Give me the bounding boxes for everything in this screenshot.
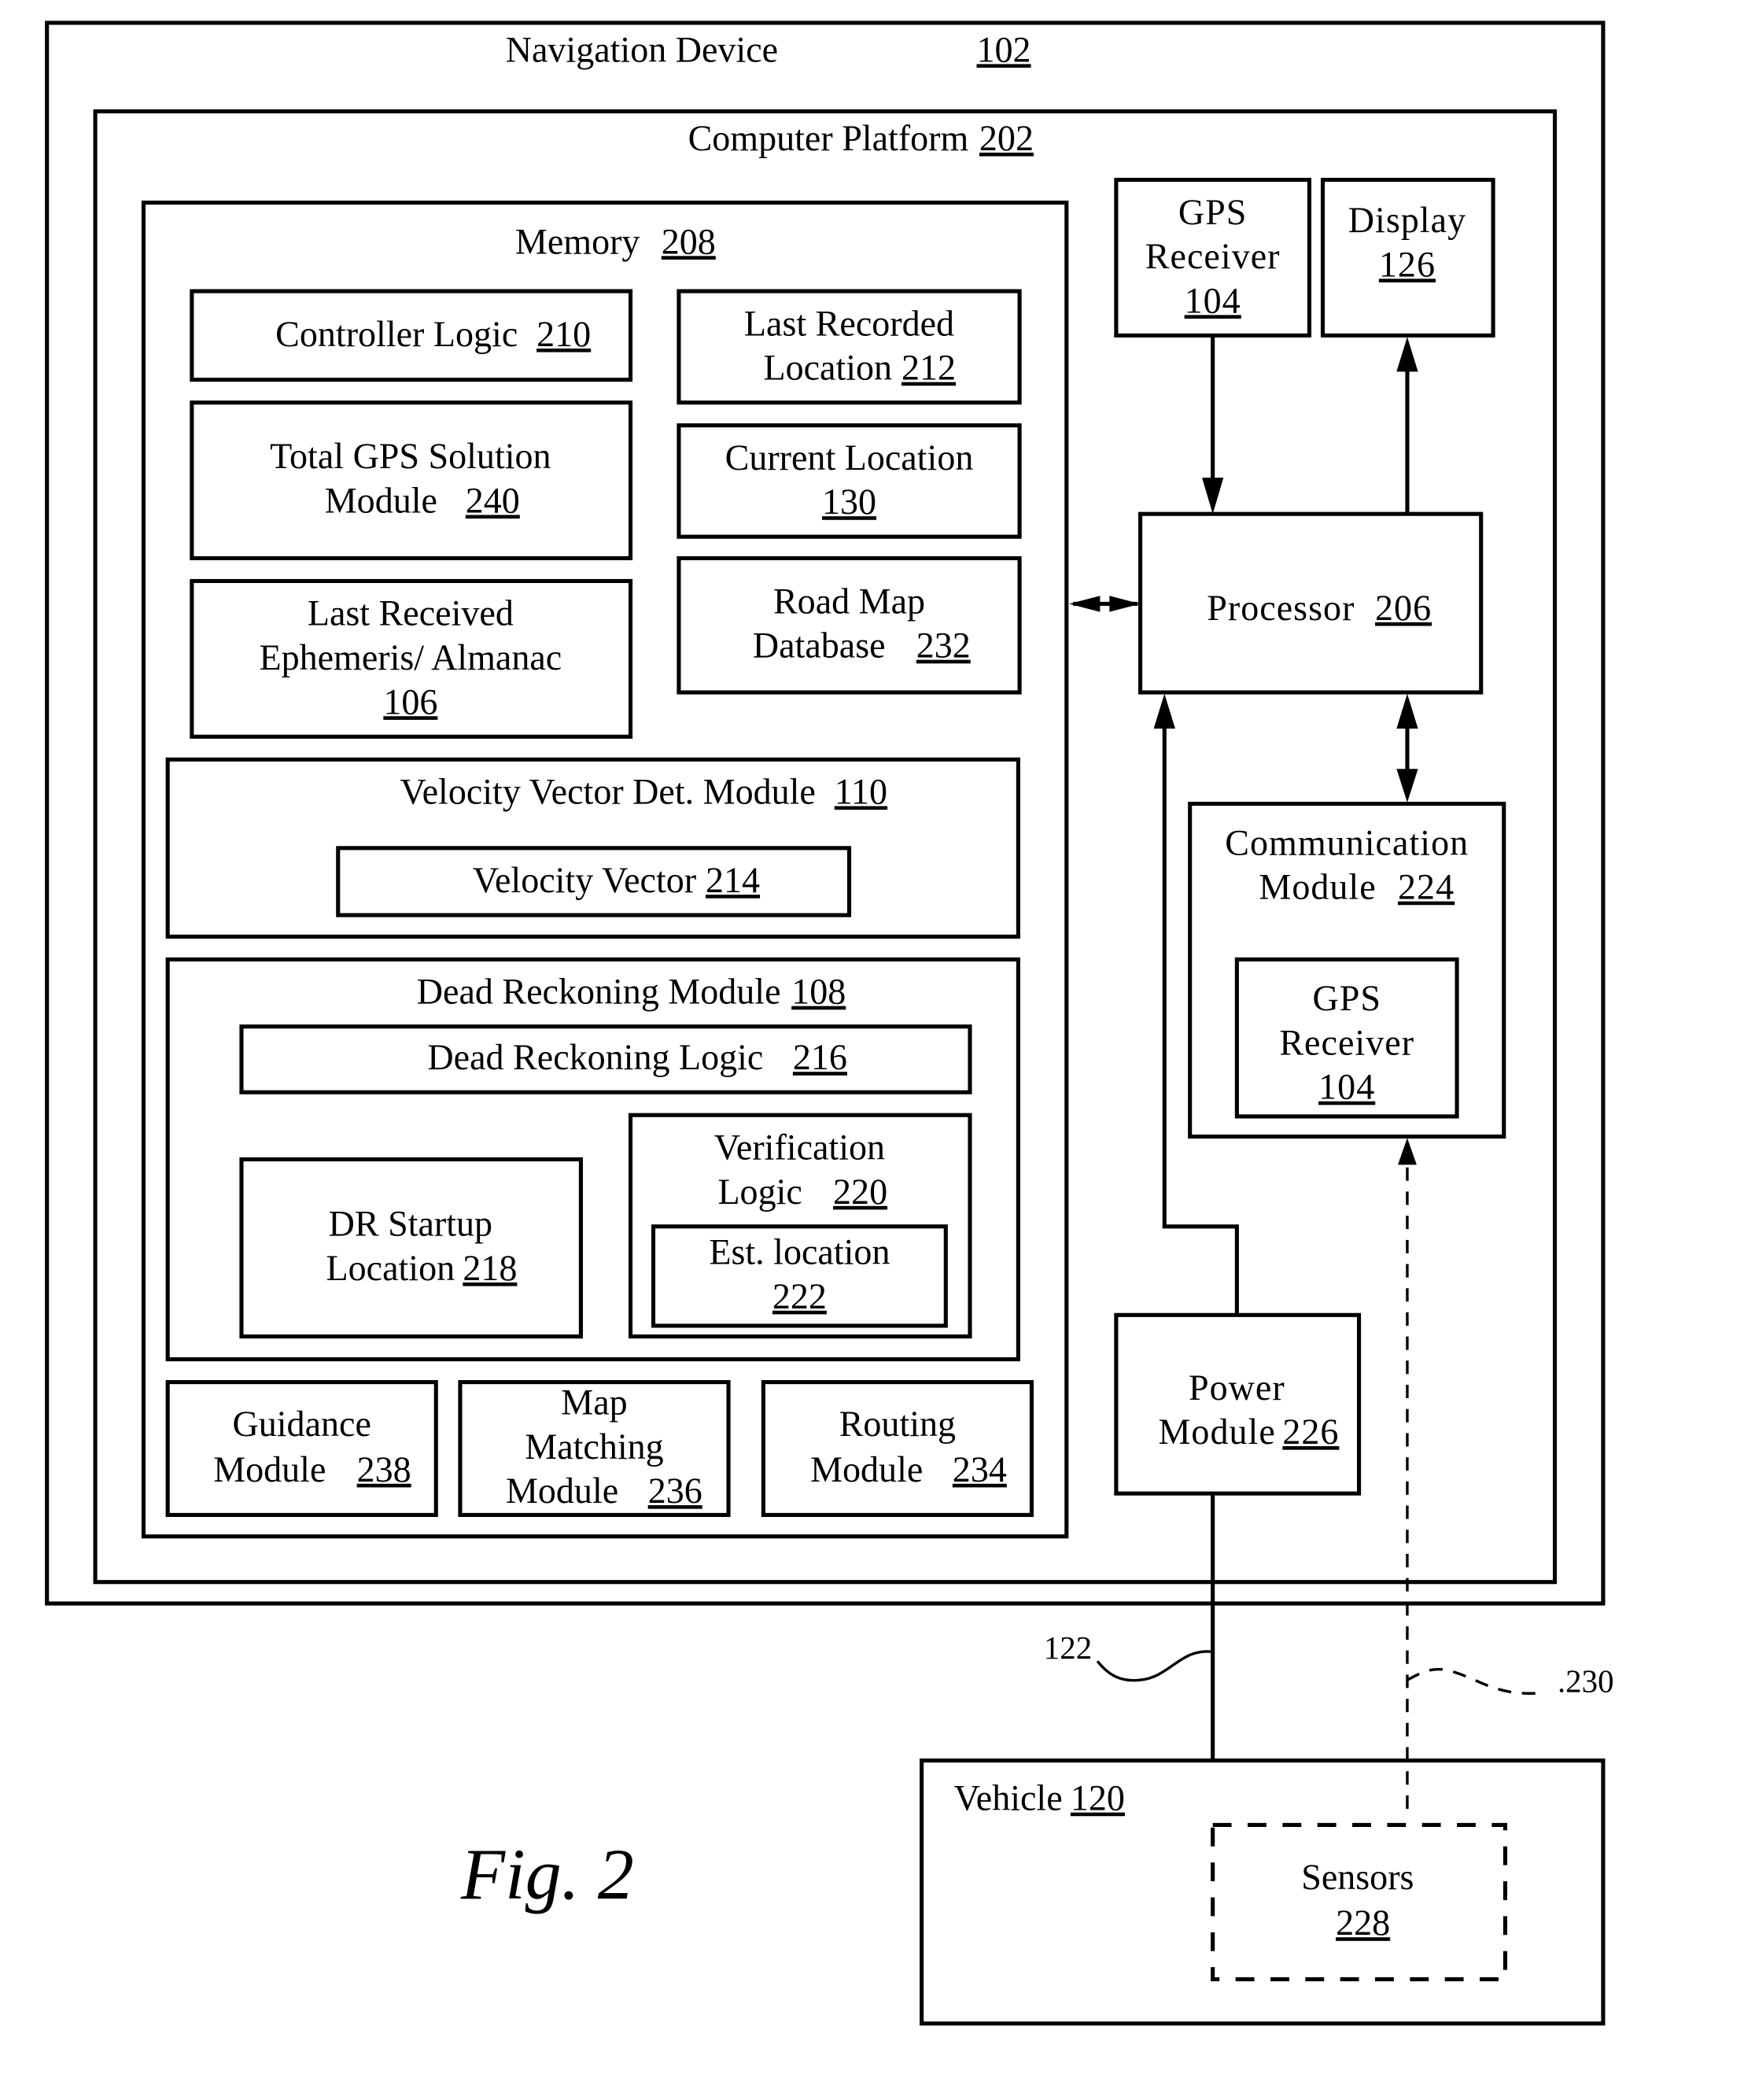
map-matching-module-line2: Matching bbox=[525, 1426, 663, 1467]
computer-platform-ref: 202 bbox=[979, 118, 1034, 158]
navigation-device-ref: 102 bbox=[977, 29, 1031, 69]
figure-label: Fig. 2 bbox=[460, 1834, 634, 1914]
power-module-box: Power Module 226 bbox=[1114, 1312, 1362, 1496]
total-gps-solution-module-box: Total GPS Solution Module 240 bbox=[190, 400, 633, 561]
comm-gps-receiver-ref: 104 bbox=[1318, 1067, 1375, 1107]
gps-receiver-line1: GPS bbox=[1178, 192, 1248, 232]
power-module-line2: Module bbox=[1158, 1412, 1275, 1452]
map-matching-module-ref: 236 bbox=[648, 1471, 702, 1511]
velocity-vector-ref: 214 bbox=[706, 860, 760, 900]
gps-receiver-box: GPS Receiver 104 bbox=[1114, 177, 1312, 338]
map-matching-module-box: Map Matching Module 236 bbox=[458, 1380, 731, 1517]
dr-startup-location-line2: Location bbox=[326, 1248, 455, 1288]
processor-box: Processor 206 bbox=[1138, 511, 1484, 695]
dead-reckoning-module-ref: 108 bbox=[791, 972, 846, 1012]
dead-reckoning-module-label: Dead Reckoning Module bbox=[417, 972, 781, 1012]
road-map-database-line1: Road Map bbox=[773, 581, 925, 621]
power-module-ref: 226 bbox=[1282, 1412, 1339, 1452]
est-location-ref: 222 bbox=[772, 1276, 827, 1316]
dr-startup-location-ref: 218 bbox=[463, 1248, 517, 1288]
sensors-ref: 228 bbox=[1336, 1903, 1390, 1943]
leader-122-curve bbox=[1096, 1650, 1213, 1682]
power-module-line1: Power bbox=[1189, 1367, 1285, 1408]
total-gps-solution-ref: 240 bbox=[466, 480, 520, 520]
display-box: Display 126 bbox=[1320, 177, 1495, 338]
communication-module-line2: Module bbox=[1259, 867, 1376, 907]
map-matching-module-line3: Module bbox=[506, 1471, 618, 1511]
controller-logic-label: Controller Logic bbox=[275, 314, 518, 354]
processor-ref: 206 bbox=[1375, 588, 1432, 628]
guidance-module-line2: Module bbox=[213, 1449, 326, 1489]
last-recorded-location-box: Last Recorded Location 212 bbox=[677, 289, 1022, 405]
leader-230-curve bbox=[1407, 1667, 1543, 1695]
map-matching-module-line1: Map bbox=[561, 1382, 627, 1423]
memory-label: Memory bbox=[515, 221, 640, 261]
controller-logic-box: Controller Logic 210 bbox=[190, 289, 633, 382]
est-location-line1: Est. location bbox=[709, 1232, 890, 1272]
guidance-module-line1: Guidance bbox=[233, 1404, 371, 1444]
last-recorded-location-ref: 212 bbox=[901, 348, 956, 388]
vehicle-ref: 120 bbox=[1071, 1778, 1125, 1818]
last-recorded-location-line1: Last Recorded bbox=[744, 303, 954, 343]
gps-receiver-line2: Receiver bbox=[1145, 236, 1281, 276]
dead-reckoning-module-box: Dead Reckoning Module 108 Dead Reckoning… bbox=[165, 957, 1020, 1362]
road-map-database-box: Road Map Database 232 bbox=[677, 555, 1022, 695]
routing-module-ref: 234 bbox=[953, 1449, 1007, 1489]
comm-gps-receiver-line2: Receiver bbox=[1279, 1022, 1414, 1062]
road-map-database-line2: Database bbox=[753, 626, 886, 666]
velocity-vector-module-ref: 110 bbox=[835, 772, 887, 812]
routing-module-line1: Routing bbox=[839, 1404, 956, 1444]
gps-receiver-ref: 104 bbox=[1185, 280, 1241, 320]
display-line1: Display bbox=[1348, 200, 1466, 240]
current-location-box: Current Location 130 bbox=[677, 423, 1022, 539]
last-received-ephemeris-box: Last Received Ephemeris/ Almanac 106 bbox=[190, 578, 633, 739]
dead-reckoning-logic-ref: 216 bbox=[793, 1037, 847, 1077]
processor-label: Processor bbox=[1207, 588, 1355, 628]
road-map-database-ref: 232 bbox=[916, 626, 971, 666]
memory-ref: 208 bbox=[662, 221, 716, 261]
patent-block-diagram: Navigation Device 102 Computer Platform … bbox=[45, 20, 1614, 2026]
communication-module-box: Communication Module 224 GPS Receiver 10… bbox=[1188, 801, 1506, 1139]
communication-module-line1: Communication bbox=[1225, 822, 1469, 862]
verification-logic-line1: Verification bbox=[714, 1127, 885, 1167]
velocity-vector-label: Velocity Vector bbox=[473, 860, 696, 900]
vehicle-box: Vehicle 120 Sensors 228 bbox=[920, 1758, 1606, 2026]
computer-platform-label: Computer Platform bbox=[688, 118, 969, 158]
total-gps-solution-line2: Module bbox=[325, 480, 437, 520]
last-received-ephemeris-ref: 106 bbox=[383, 681, 437, 722]
routing-module-line2: Module bbox=[810, 1449, 923, 1489]
verification-logic-line2: Logic bbox=[717, 1172, 802, 1212]
leader-230-label: .230 bbox=[1558, 1664, 1614, 1700]
vehicle-label: Vehicle bbox=[954, 1778, 1063, 1818]
dead-reckoning-logic-label: Dead Reckoning Logic bbox=[427, 1037, 763, 1077]
guidance-module-ref: 238 bbox=[357, 1449, 411, 1489]
display-ref: 126 bbox=[1379, 244, 1436, 284]
routing-module-box: Routing Module 234 bbox=[761, 1380, 1034, 1517]
current-location-line1: Current Location bbox=[725, 437, 974, 478]
total-gps-solution-line1: Total GPS Solution bbox=[270, 436, 551, 476]
communication-module-ref: 224 bbox=[1398, 867, 1455, 907]
leader-122-label: 122 bbox=[1044, 1630, 1092, 1666]
dr-startup-location-line1: DR Startup bbox=[329, 1204, 492, 1244]
comm-gps-receiver-line1: GPS bbox=[1312, 978, 1381, 1018]
last-recorded-location-line2: Location bbox=[763, 348, 892, 388]
current-location-ref: 130 bbox=[822, 482, 876, 522]
guidance-module-box: Guidance Module 238 bbox=[165, 1380, 438, 1517]
last-received-ephemeris-line2: Ephemeris/ Almanac bbox=[259, 637, 562, 677]
velocity-vector-module-label: Velocity Vector Det. Module bbox=[400, 772, 815, 812]
navigation-device-label: Navigation Device bbox=[506, 29, 778, 69]
controller-logic-ref: 210 bbox=[536, 314, 591, 354]
velocity-vector-module-box: Velocity Vector Det. Module 110 Velocity… bbox=[165, 757, 1020, 939]
last-received-ephemeris-line1: Last Received bbox=[308, 593, 514, 633]
sensors-line1: Sensors bbox=[1301, 1857, 1414, 1897]
verification-logic-ref: 220 bbox=[833, 1172, 887, 1212]
